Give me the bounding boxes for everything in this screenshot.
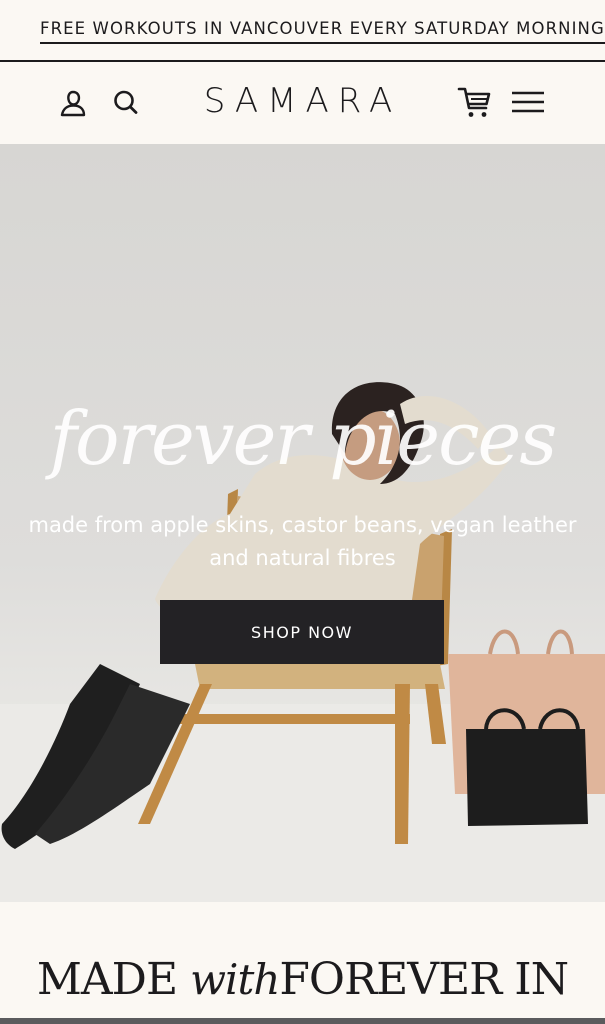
cart-button[interactable] bbox=[456, 84, 494, 122]
hero-subtitle: made from apple skins, castor beans, veg… bbox=[28, 513, 577, 570]
cart-icon bbox=[457, 87, 491, 117]
hero-title: forever pieces bbox=[49, 396, 558, 482]
shop-now-button[interactable]: SHOP NOW bbox=[160, 600, 444, 664]
search-icon bbox=[114, 90, 138, 114]
heading-part-2: FOREVER IN bbox=[279, 954, 569, 1005]
announcement-bar[interactable]: FREE WORKOUTS IN VANCOUVER EVERY SATURDA… bbox=[0, 0, 605, 60]
user-icon bbox=[60, 90, 86, 117]
announcement-underline bbox=[40, 42, 605, 44]
site-logo[interactable]: SAMARA bbox=[190, 80, 415, 122]
hero-banner[interactable]: forever pieces made from apple skins, ca… bbox=[0, 144, 605, 902]
account-button[interactable] bbox=[58, 87, 90, 119]
announcement-text[interactable]: FREE WORKOUTS IN VANCOUVER EVERY SATURDA… bbox=[40, 19, 605, 39]
site-header: SAMARA bbox=[0, 62, 605, 144]
bottom-bar bbox=[0, 1018, 605, 1024]
hamburger-menu-icon bbox=[512, 91, 544, 113]
menu-button[interactable] bbox=[510, 88, 546, 118]
heading-script-word: with bbox=[190, 955, 280, 1004]
made-section: MADE withFOREVER IN bbox=[0, 902, 605, 1024]
section-heading: MADE withFOREVER IN bbox=[0, 954, 605, 1006]
search-button[interactable] bbox=[110, 87, 142, 119]
heading-part-1: MADE bbox=[36, 954, 178, 1005]
